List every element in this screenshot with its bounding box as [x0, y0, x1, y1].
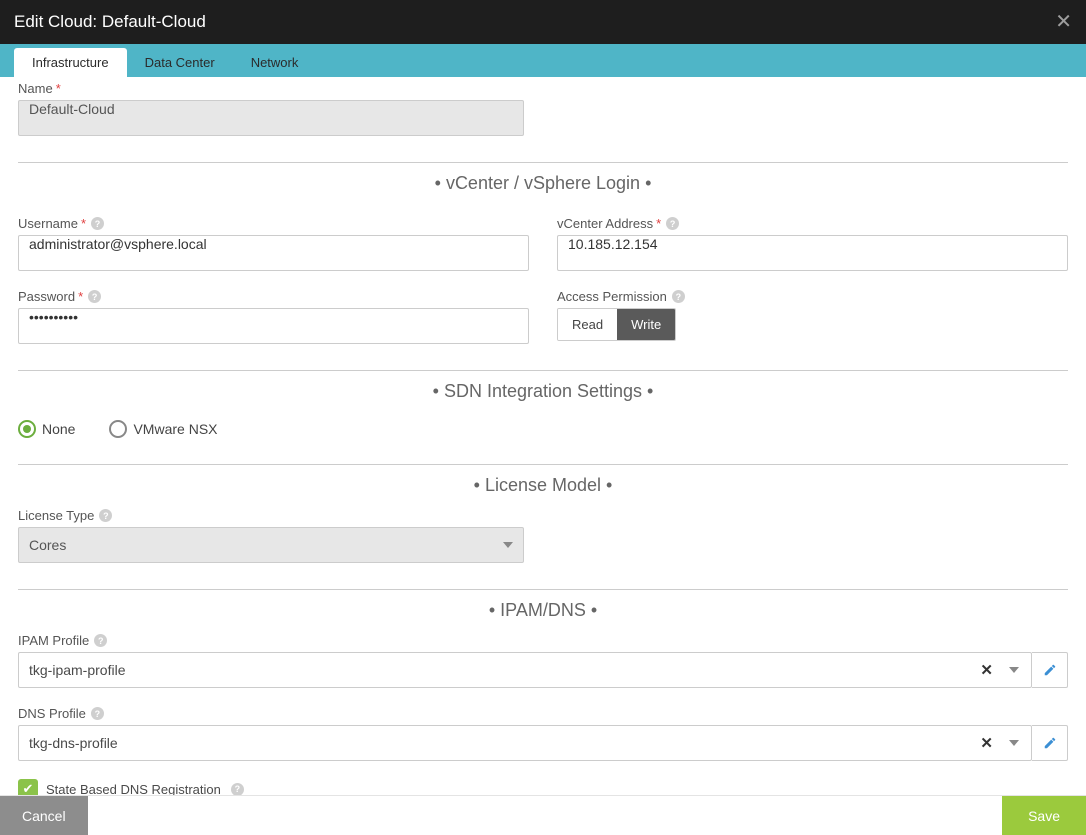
help-icon[interactable]: ? — [94, 634, 107, 647]
password-input[interactable]: •••••••••• — [18, 308, 529, 344]
license-type-select[interactable]: Cores — [18, 527, 524, 563]
password-label-text: Password — [18, 289, 75, 304]
access-write-button[interactable]: Write — [617, 309, 675, 340]
required-asterisk: * — [78, 289, 83, 304]
ipam-profile-value: tkg-ipam-profile — [29, 662, 125, 678]
access-permission-label: Access Permission ? — [557, 289, 1068, 304]
vcenter-address-input[interactable]: 10.185.12.154 — [557, 235, 1068, 271]
section-license-title: • License Model • — [18, 465, 1068, 500]
clear-icon[interactable]: ✕ — [980, 734, 993, 752]
sdn-nsx-option[interactable]: VMware NSX — [109, 420, 217, 438]
vcenter-label-text: vCenter Address — [557, 216, 653, 231]
close-icon[interactable]: ✕ — [1055, 12, 1072, 32]
section-sdn-title: • SDN Integration Settings • — [18, 371, 1068, 406]
section-ipam-text: IPAM/DNS — [500, 600, 586, 620]
vcenter-address-label: vCenter Address* ? — [557, 216, 1068, 231]
state-dns-label: State Based DNS Registration — [46, 782, 221, 796]
cancel-button[interactable]: Cancel — [0, 796, 88, 835]
name-input[interactable]: Default-Cloud — [18, 100, 524, 136]
sdn-none-option[interactable]: None — [18, 420, 75, 438]
tab-bar: Infrastructure Data Center Network — [0, 44, 1086, 77]
dns-profile-edit-button[interactable] — [1032, 725, 1068, 761]
radio-icon — [18, 420, 36, 438]
help-icon[interactable]: ? — [91, 217, 104, 230]
sdn-none-label: None — [42, 421, 75, 437]
help-icon[interactable]: ? — [666, 217, 679, 230]
chevron-down-icon — [503, 542, 513, 548]
required-asterisk: * — [56, 81, 61, 96]
username-label-text: Username — [18, 216, 78, 231]
section-license-text: License Model — [485, 475, 601, 495]
password-label: Password* ? — [18, 289, 529, 304]
section-login-title: • vCenter / vSphere Login • — [18, 163, 1068, 198]
dns-profile-label-text: DNS Profile — [18, 706, 86, 721]
chevron-down-icon — [1009, 667, 1019, 673]
content-scroll[interactable]: Name* Default-Cloud • vCenter / vSphere … — [0, 77, 1086, 795]
pencil-icon — [1043, 663, 1057, 677]
dialog-footer: Cancel Save — [0, 795, 1086, 835]
dialog-title: Edit Cloud: Default-Cloud — [14, 12, 206, 32]
ipam-profile-edit-button[interactable] — [1032, 652, 1068, 688]
license-type-label-text: License Type — [18, 508, 94, 523]
username-value: administrator@vsphere.local — [29, 236, 207, 252]
tab-data-center[interactable]: Data Center — [127, 48, 233, 77]
clear-icon[interactable]: ✕ — [980, 661, 993, 679]
sdn-nsx-label: VMware NSX — [133, 421, 217, 437]
access-permission-toggle: Read Write — [557, 308, 676, 341]
access-read-button[interactable]: Read — [558, 309, 617, 340]
radio-icon — [109, 420, 127, 438]
username-label: Username* ? — [18, 216, 529, 231]
password-value: •••••••••• — [29, 309, 78, 325]
vcenter-value: 10.185.12.154 — [568, 236, 658, 252]
dns-profile-value: tkg-dns-profile — [29, 735, 118, 751]
name-label: Name* — [18, 81, 1068, 96]
help-icon[interactable]: ? — [91, 707, 104, 720]
help-icon[interactable]: ? — [88, 290, 101, 303]
section-sdn-text: SDN Integration Settings — [444, 381, 642, 401]
dns-profile-label: DNS Profile ? — [18, 706, 1068, 721]
section-login-text: vCenter / vSphere Login — [446, 173, 640, 193]
pencil-icon — [1043, 736, 1057, 750]
state-dns-checkbox[interactable]: ✔ — [18, 779, 38, 795]
required-asterisk: * — [656, 216, 661, 231]
dns-profile-select[interactable]: tkg-dns-profile ✕ — [18, 725, 1032, 761]
ipam-profile-label: IPAM Profile ? — [18, 633, 1068, 648]
ipam-profile-label-text: IPAM Profile — [18, 633, 89, 648]
license-type-label: License Type ? — [18, 508, 1068, 523]
access-label-text: Access Permission — [557, 289, 667, 304]
name-value: Default-Cloud — [29, 101, 115, 117]
license-type-value: Cores — [29, 537, 66, 553]
save-button[interactable]: Save — [1002, 796, 1086, 835]
section-ipam-title: • IPAM/DNS • — [18, 590, 1068, 625]
help-icon[interactable]: ? — [99, 509, 112, 522]
help-icon[interactable]: ? — [231, 783, 244, 796]
username-input[interactable]: administrator@vsphere.local — [18, 235, 529, 271]
help-icon[interactable]: ? — [672, 290, 685, 303]
tab-infrastructure[interactable]: Infrastructure — [14, 48, 127, 77]
ipam-profile-select[interactable]: tkg-ipam-profile ✕ — [18, 652, 1032, 688]
chevron-down-icon — [1009, 740, 1019, 746]
name-label-text: Name — [18, 81, 53, 96]
required-asterisk: * — [81, 216, 86, 231]
sdn-radio-group: None VMware NSX — [18, 420, 1068, 438]
tab-network[interactable]: Network — [233, 48, 317, 77]
dialog-header: Edit Cloud: Default-Cloud ✕ — [0, 0, 1086, 44]
